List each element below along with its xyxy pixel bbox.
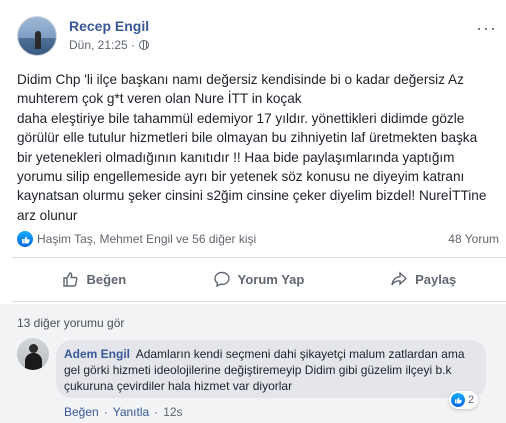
comment-reply-link[interactable]: Yanıtla: [113, 405, 149, 419]
post-text: Didim Chp 'li ilçe başkanı namı değersiz…: [17, 70, 499, 225]
post-meta: Dün, 21:25 ·: [69, 38, 150, 52]
like-label: Beğen: [86, 271, 127, 287]
separator-dot: ·: [103, 405, 108, 419]
commenter-avatar[interactable]: [17, 338, 49, 370]
post-text-line: muhterem çok g*t veren olan Nure İTT in …: [17, 91, 302, 107]
like-reaction-icon[interactable]: [17, 231, 33, 247]
reactions-summary[interactable]: Haşim Taş, Mehmet Engil ve 56 diğer kişi: [37, 232, 256, 246]
post-text-line: bir yetenekleri olmadığının kanıtıdır !!…: [17, 149, 455, 165]
comments-section: 13 diğer yorumu gör Adem Engil Adamların…: [0, 304, 506, 423]
comment-actions: Beğen · Yanıtla · 12s: [64, 405, 183, 419]
post-text-line: kaynatsan olurmu şeker cinsini s2ğim cin…: [17, 188, 487, 204]
post-time[interactable]: Dün, 21:25 ·: [69, 38, 135, 52]
separator-dot: ·: [154, 405, 159, 419]
globe-icon[interactable]: [139, 40, 150, 50]
post-text-line: arz olunur: [17, 207, 78, 223]
comment-label: Yorum Yap: [237, 271, 305, 287]
divider: [12, 301, 506, 302]
like-button[interactable]: Beğen: [12, 271, 177, 287]
share-label: Paylaş: [415, 271, 457, 287]
share-icon: [391, 271, 408, 286]
share-button[interactable]: Paylaş: [341, 271, 506, 287]
reactions-bar: Haşim Taş, Mehmet Engil ve 56 diğer kişi…: [17, 229, 499, 249]
comment-reactions[interactable]: 2: [449, 391, 479, 409]
thumbs-up-icon: [63, 272, 79, 287]
comment-like-link[interactable]: Beğen: [64, 405, 99, 419]
comment-time[interactable]: 12s: [163, 405, 182, 419]
post-actions: Beğen Yorum Yap Paylaş: [12, 264, 506, 294]
like-reaction-icon: [451, 393, 465, 407]
author-avatar[interactable]: [17, 16, 57, 56]
post-text-line: yorumu silip engellemeside ayrı bir yete…: [17, 169, 465, 185]
view-more-comments-link[interactable]: 13 diğer yorumu gör: [17, 316, 124, 330]
post-header: Recep Engil Dün, 21:25 · ···: [17, 14, 497, 58]
commenter-name[interactable]: Adem Engil: [64, 347, 130, 361]
author-name[interactable]: Recep Engil: [69, 18, 149, 34]
post-card: Recep Engil Dün, 21:25 · ··· Didim Chp '…: [0, 0, 506, 423]
comment-reaction-count: 2: [468, 394, 475, 406]
post-text-line: Didim Chp 'li ilçe başkanı namı değersiz…: [17, 72, 464, 87]
post-text-line: daha eleştiriye bile tahammül edemiyor 1…: [17, 110, 465, 126]
comment-icon: [213, 271, 230, 287]
divider: [12, 257, 506, 258]
comment-bubble: Adem Engil Adamların kendi seçmeni dahi …: [56, 340, 486, 398]
comment-button[interactable]: Yorum Yap: [177, 271, 342, 287]
ellipsis-icon[interactable]: ···: [476, 18, 497, 39]
comment-count[interactable]: 48 Yorum: [448, 232, 499, 246]
post-text-line: görülür elle tutulur hizmetleri bile olm…: [17, 130, 478, 146]
